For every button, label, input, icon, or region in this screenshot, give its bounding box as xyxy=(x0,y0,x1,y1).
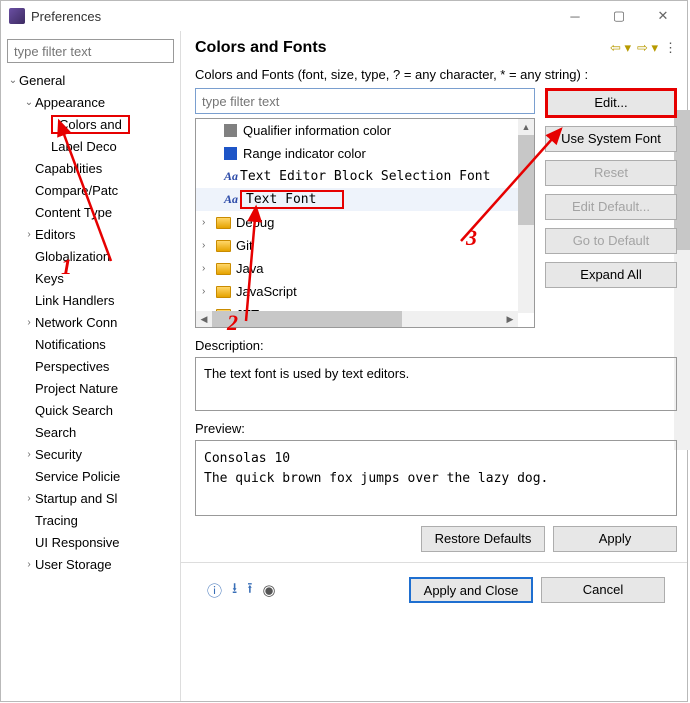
maximize-button[interactable]: ▢ xyxy=(597,2,641,30)
tree-item[interactable]: Compare/Patc xyxy=(7,179,174,201)
cf-buttons: Edit... Use System Font Reset Edit Defau… xyxy=(545,88,677,328)
preferences-tree-panel: ⌄General⌄AppearanceColors andLabel DecoC… xyxy=(1,31,181,701)
page-toolbar: ⇦ ▾ ⇨ ▾ ⋮ xyxy=(610,40,677,56)
apply-and-close-button[interactable]: Apply and Close xyxy=(409,577,533,603)
colors-fonts-main: Qualifier information colorRange indicat… xyxy=(195,88,535,328)
expand-all-button[interactable]: Expand All xyxy=(545,262,677,288)
colors-fonts-page: Colors and Fonts ⇦ ▾ ⇨ ▾ ⋮ Colors and Fo… xyxy=(181,31,687,701)
color-swatch-icon xyxy=(224,147,237,160)
tree-item[interactable]: ›Network Conn xyxy=(7,311,174,333)
cf-item[interactable]: ›Java xyxy=(196,257,534,280)
tree-item[interactable]: Capabilities xyxy=(7,157,174,179)
cf-item[interactable]: ›Git xyxy=(196,234,534,257)
dialog-footer: ⓘ ⭳ ⭱ ◉ Apply and Close Cancel xyxy=(195,571,677,609)
window-title: Preferences xyxy=(31,9,553,24)
forward-icon[interactable]: ⇨ ▾ xyxy=(637,40,658,56)
tree-item[interactable]: Notifications xyxy=(7,333,174,355)
divider xyxy=(181,562,687,563)
apply-button[interactable]: Apply xyxy=(553,526,677,552)
tree-item[interactable]: Content Type xyxy=(7,201,174,223)
close-button[interactable]: ✕ xyxy=(641,2,685,30)
menu-icon[interactable]: ⋮ xyxy=(664,40,677,56)
tree-item[interactable]: UI Responsive xyxy=(7,531,174,553)
page-header: Colors and Fonts ⇦ ▾ ⇨ ▾ ⋮ xyxy=(195,39,677,57)
scroll-up-icon[interactable]: ▲ xyxy=(518,119,534,135)
tree-item[interactable]: Colors and xyxy=(7,113,174,135)
font-icon: Aa xyxy=(224,192,240,207)
tree-item[interactable]: Link Handlers xyxy=(7,289,174,311)
preview-label: Preview: xyxy=(195,421,677,436)
app-icon xyxy=(9,8,25,24)
edit-default-button[interactable]: Edit Default... xyxy=(545,194,677,220)
go-to-default-button[interactable]: Go to Default xyxy=(545,228,677,254)
tree-item[interactable]: Globalization xyxy=(7,245,174,267)
scroll-right-icon[interactable]: ▶ xyxy=(502,311,518,327)
page-buttons: Restore Defaults Apply xyxy=(195,526,677,552)
tree-item[interactable]: Service Policie xyxy=(7,465,174,487)
cf-item[interactable]: Range indicator color xyxy=(196,142,534,165)
import-icon[interactable]: ⭳ xyxy=(232,578,237,603)
description-label: Description: xyxy=(195,338,677,353)
cf-item[interactable]: AaText Editor Block Selection Font xyxy=(196,165,534,188)
footer-icons: ⓘ ⭳ ⭱ ◉ xyxy=(207,578,276,603)
tree-item[interactable]: Label Deco xyxy=(7,135,174,157)
reset-button[interactable]: Reset xyxy=(545,160,677,186)
cf-hthumb[interactable] xyxy=(212,311,402,327)
back-icon[interactable]: ⇦ ▾ xyxy=(610,40,631,56)
titlebar: Preferences ─ ▢ ✕ xyxy=(1,1,687,31)
use-system-font-button[interactable]: Use System Font xyxy=(545,126,677,152)
cf-filter-input[interactable] xyxy=(195,88,535,114)
folder-icon xyxy=(216,217,231,229)
colors-fonts-tree[interactable]: Qualifier information colorRange indicat… xyxy=(195,118,535,328)
record-icon[interactable]: ◉ xyxy=(263,581,276,599)
tree-item[interactable]: ⌄General xyxy=(7,69,174,91)
tree-filter-input[interactable] xyxy=(7,39,174,63)
page-title: Colors and Fonts xyxy=(195,39,610,57)
cf-item[interactable]: Qualifier information color xyxy=(196,119,534,142)
cf-item[interactable]: ›Debug xyxy=(196,211,534,234)
preferences-window: Preferences ─ ▢ ✕ ⌄General⌄AppearanceCol… xyxy=(0,0,688,702)
restore-defaults-button[interactable]: Restore Defaults xyxy=(421,526,545,552)
cancel-button[interactable]: Cancel xyxy=(541,577,665,603)
folder-icon xyxy=(216,263,231,275)
cf-item[interactable]: AaText Font xyxy=(196,188,534,211)
font-icon: Aa xyxy=(224,169,240,184)
dialog-body: ⌄General⌄AppearanceColors andLabel DecoC… xyxy=(1,31,687,701)
annotation-3: 3 xyxy=(466,225,477,251)
preferences-tree[interactable]: ⌄General⌄AppearanceColors andLabel DecoC… xyxy=(7,69,174,701)
tree-item[interactable]: Project Nature xyxy=(7,377,174,399)
tree-item[interactable]: ›Security xyxy=(7,443,174,465)
edit-button[interactable]: Edit... xyxy=(545,88,677,118)
tree-item[interactable]: ›User Storage xyxy=(7,553,174,575)
tree-item[interactable]: Search xyxy=(7,421,174,443)
cf-vscroll[interactable]: ▲ xyxy=(518,119,534,313)
tree-item[interactable]: Perspectives xyxy=(7,355,174,377)
folder-icon xyxy=(216,240,231,252)
color-swatch-icon xyxy=(224,124,237,137)
description-box: The text font is used by text editors. xyxy=(195,357,677,411)
annotation-1: 1 xyxy=(61,254,72,280)
export-icon[interactable]: ⭱ xyxy=(247,578,252,603)
tree-item[interactable]: ⌄Appearance xyxy=(7,91,174,113)
instruction-label: Colors and Fonts (font, size, type, ? = … xyxy=(195,67,677,82)
minimize-button[interactable]: ─ xyxy=(553,2,597,30)
cf-vthumb[interactable] xyxy=(518,135,534,225)
tree-item[interactable]: Tracing xyxy=(7,509,174,531)
tree-item[interactable]: ›Editors xyxy=(7,223,174,245)
folder-icon xyxy=(216,286,231,298)
help-icon[interactable]: ⓘ xyxy=(207,580,222,601)
cf-hscroll[interactable]: ◀ ▶ xyxy=(196,311,518,327)
cf-item[interactable]: ›JavaScript xyxy=(196,280,534,303)
tree-item[interactable]: Keys xyxy=(7,267,174,289)
scroll-left-icon[interactable]: ◀ xyxy=(196,311,212,327)
tree-item[interactable]: Quick Search xyxy=(7,399,174,421)
tree-item[interactable]: ›Startup and Sl xyxy=(7,487,174,509)
preview-box: Consolas 10 The quick brown fox jumps ov… xyxy=(195,440,677,516)
annotation-2: 2 xyxy=(227,310,238,336)
colors-fonts-row: Qualifier information colorRange indicat… xyxy=(195,88,677,328)
